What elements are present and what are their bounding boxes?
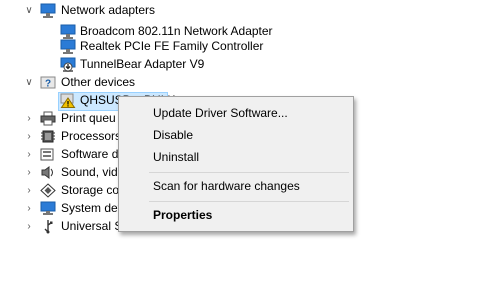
software-device-icon — [40, 147, 56, 162]
context-menu: Update Driver Software... Disable Uninst… — [118, 96, 354, 232]
usb-icon — [40, 219, 56, 234]
menu-item-disable[interactable]: Disable — [119, 124, 353, 146]
storage-controller-icon — [40, 183, 56, 198]
chevron-right-icon[interactable]: › — [22, 216, 36, 237]
menu-item-update-driver[interactable]: Update Driver Software... — [119, 102, 353, 124]
menu-item-properties[interactable]: Properties — [119, 204, 353, 226]
chevron-down-icon[interactable]: ∨ — [22, 0, 36, 21]
speaker-icon — [40, 165, 56, 180]
menu-item-uninstall[interactable]: Uninstall — [119, 146, 353, 168]
monitor-icon — [40, 201, 56, 216]
menu-separator — [149, 172, 349, 173]
menu-item-scan-hardware[interactable]: Scan for hardware changes — [119, 175, 353, 197]
category-network-adapters[interactable]: ∨ Network adapters — [0, 0, 300, 21]
warning-device-icon — [60, 93, 76, 108]
network-adapter-disabled-icon — [60, 57, 76, 72]
menu-separator — [149, 201, 349, 202]
printer-icon — [40, 111, 56, 126]
network-adapter-icon — [40, 3, 56, 18]
unknown-device-icon: ? — [40, 75, 56, 90]
svg-text:?: ? — [45, 79, 51, 90]
processor-icon — [40, 129, 56, 144]
network-adapter-icon — [60, 39, 76, 54]
category-label: Network adapters — [61, 3, 156, 17]
